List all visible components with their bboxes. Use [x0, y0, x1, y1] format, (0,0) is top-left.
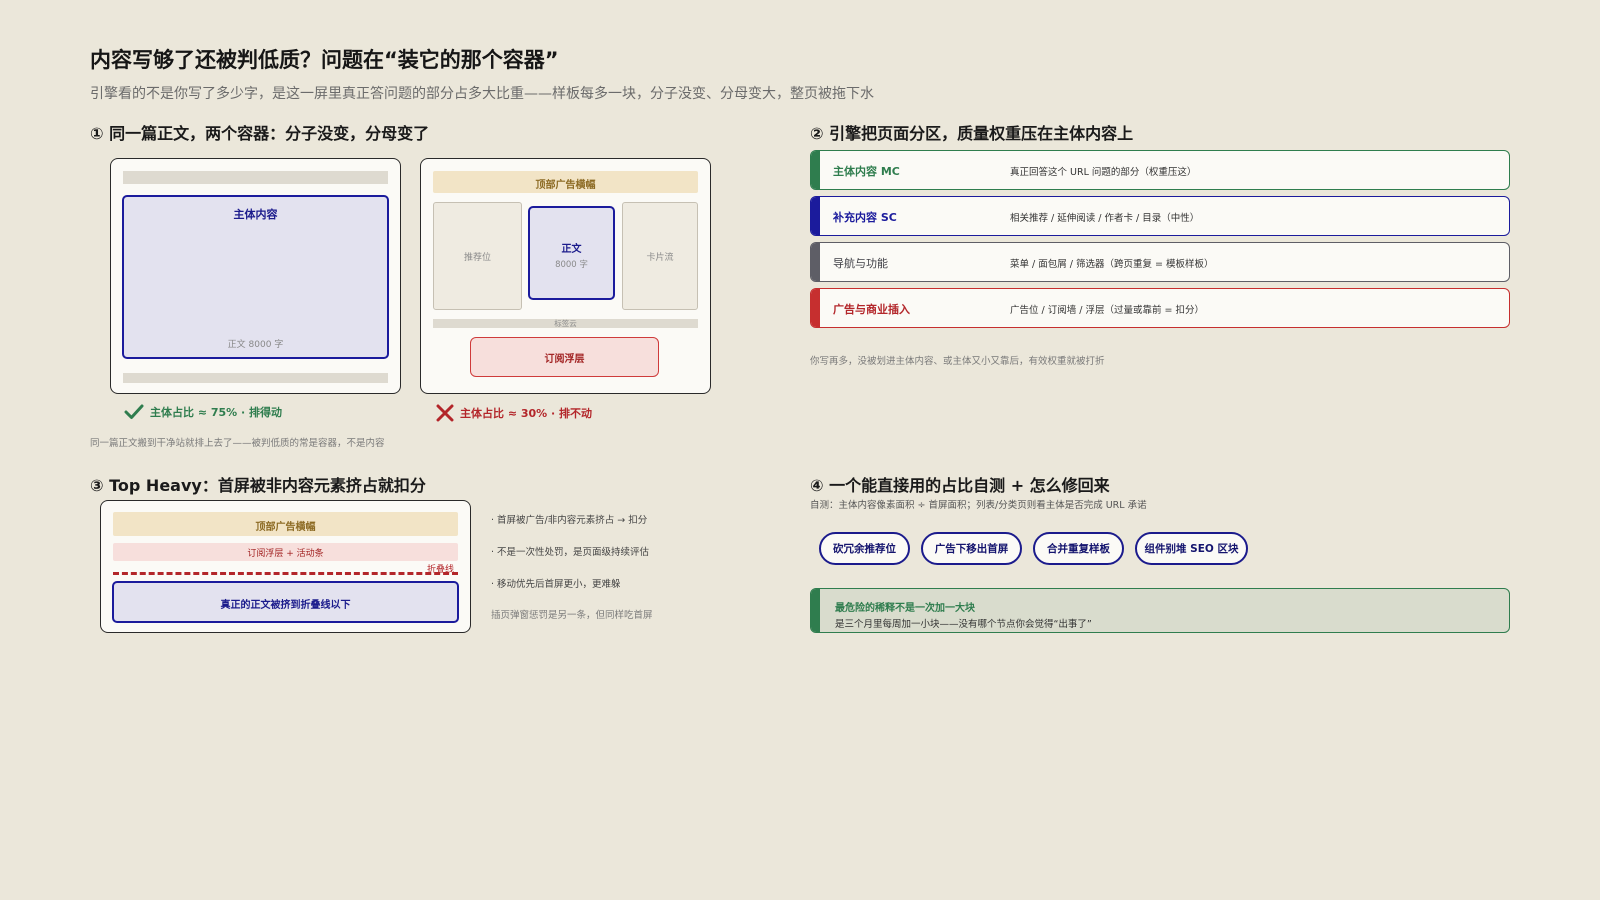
- section3-note: 插页弹窗惩罚是另一条，但同样吃首屏: [491, 610, 653, 621]
- zone-desc: 菜单 / 面包屑 / 筛选器（跨页重复 = 模板样板）: [1010, 259, 1214, 270]
- zone-main-content: 主体内容 MC 真正回答这个 URL 问题的部分（权重压这）: [810, 150, 1510, 190]
- subscription-activity-label: 订阅浮层 + 活动条: [247, 549, 324, 559]
- zone-accent: [811, 289, 820, 327]
- zone-name: 广告与商业插入: [833, 303, 910, 316]
- top-heavy-panel: 顶部广告横幅 订阅浮层 + 活动条 折叠线 真正的正文被挤到折叠线以下: [100, 500, 471, 633]
- pushed-down-content: 真正的正文被挤到折叠线以下: [112, 581, 459, 623]
- zone-ads: 广告与商业插入 广告位 / 订阅墙 / 浮层（过量或靠前 = 扣分）: [810, 288, 1510, 328]
- bullet-item: · 不是一次性处罚，是页面级持续评估: [491, 547, 650, 558]
- ad-banner-label: 顶部广告横幅: [255, 522, 316, 533]
- tag-cloud-label: 标签云: [554, 319, 577, 328]
- top-ad-banner: 顶部广告横幅: [433, 171, 698, 193]
- clean-verdict: 主体占比 ≈ 75% · 排得动: [124, 404, 282, 420]
- zone-desc: 相关推荐 / 延伸阅读 / 作者卡 / 目录（中性）: [1010, 213, 1200, 224]
- warning-callout: 最危险的稀释不是一次加一大块 是三个月里每周加一小块——没有哪个节点你会觉得“出…: [810, 588, 1510, 633]
- header-placeholder-bar: [123, 171, 388, 184]
- center-word-count: 8000 字: [555, 260, 588, 270]
- bullet-item: · 首屏被广告/非内容元素挤占 → 扣分: [491, 515, 648, 526]
- cross-icon: [436, 404, 454, 422]
- zone-navigation: 导航与功能 菜单 / 面包屑 / 筛选器（跨页重复 = 模板样板）: [810, 242, 1510, 282]
- subscription-activity-bar: 订阅浮层 + 活动条: [113, 543, 458, 561]
- section3-heading: ③ Top Heavy：首屏被非内容元素挤占就扣分: [90, 476, 426, 495]
- subscription-overlay: 订阅浮层: [470, 337, 659, 377]
- section2-note: 你写再多，没被划进主体内容、或主体又小又靠后，有效权重就被打折: [810, 356, 1105, 367]
- callout-body: 是三个月里每周加一小块——没有哪个节点你会觉得“出事了”: [835, 619, 1092, 630]
- main-content-label: 主体内容: [233, 208, 278, 221]
- zone-accent: [811, 243, 820, 281]
- zone-name: 主体内容 MC: [833, 165, 900, 178]
- bullet-item: · 移动优先后首屏更小，更难躲: [491, 579, 621, 590]
- recommend-column: 推荐位: [433, 202, 522, 310]
- clean-container-panel: 主体内容 正文 8000 字: [110, 158, 401, 394]
- action-pill[interactable]: 砍冗余推荐位: [819, 532, 910, 565]
- zone-name: 补充内容 SC: [833, 211, 897, 224]
- fold-line: [113, 572, 458, 575]
- footer-placeholder-bar: [123, 373, 388, 383]
- zone-desc: 真正回答这个 URL 问题的部分（权重压这）: [1010, 167, 1197, 178]
- cluttered-verdict-text: 主体占比 ≈ 30% · 排不动: [460, 407, 593, 420]
- callout-title: 最危险的稀释不是一次加一大块: [835, 603, 975, 614]
- zone-name: 导航与功能: [833, 257, 888, 270]
- tag-cloud-bar: 标签云: [433, 319, 698, 328]
- zone-supplementary: 补充内容 SC 相关推荐 / 延伸阅读 / 作者卡 / 目录（中性）: [810, 196, 1510, 236]
- section1-note: 同一篇正文搬到干净站就排上去了——被判低质的常是容器，不是内容: [90, 438, 385, 449]
- check-icon: [124, 404, 144, 419]
- word-count-label: 正文 8000 字: [227, 340, 284, 350]
- section1-heading: ① 同一篇正文，两个容器：分子没变，分母变了: [90, 124, 430, 143]
- zone-accent: [811, 197, 820, 235]
- card-feed-label: 卡片流: [646, 253, 674, 263]
- zone-accent: [811, 151, 820, 189]
- cluttered-container-panel: 顶部广告横幅 推荐位 正文 8000 字 卡片流 标签云 订阅浮层: [420, 158, 711, 394]
- zone-desc: 广告位 / 订阅墙 / 浮层（过量或靠前 = 扣分）: [1010, 305, 1204, 316]
- self-test-formula: 自测：主体内容像素面积 ÷ 首屏面积；列表/分类页则看主体是否完成 URL 承诺: [810, 500, 1147, 511]
- cluttered-verdict: 主体占比 ≈ 30% · 排不动: [436, 404, 592, 422]
- page-title: 内容写够了还被判低质？问题在“装它的那个容器”: [90, 48, 559, 72]
- subscription-overlay-label: 订阅浮层: [544, 354, 585, 365]
- pushed-down-content-label: 真正的正文被挤到折叠线以下: [220, 600, 351, 611]
- page-subtitle: 引擎看的不是你写了多少字，是这一屏里真正答问题的部分占多大比重——样板每多一块，…: [90, 86, 874, 102]
- ad-banner-label: 顶部广告横幅: [535, 180, 596, 191]
- clean-verdict-text: 主体占比 ≈ 75% · 排得动: [150, 406, 283, 419]
- top-ad-banner: 顶部广告横幅: [113, 512, 458, 536]
- main-content-block: 主体内容 正文 8000 字: [122, 195, 389, 359]
- card-feed-column: 卡片流: [622, 202, 698, 310]
- center-content-label: 正文: [561, 244, 582, 255]
- section4-heading: ④ 一个能直接用的占比自测 + 怎么修回来: [810, 476, 1110, 495]
- action-pill[interactable]: 广告下移出首屏: [921, 532, 1022, 565]
- recommend-label: 推荐位: [463, 253, 491, 263]
- center-content-block: 正文 8000 字: [528, 206, 615, 300]
- action-pill[interactable]: 合并重复样板: [1033, 532, 1124, 565]
- callout-accent: [811, 589, 820, 632]
- action-pill[interactable]: 组件别堆 SEO 区块: [1135, 532, 1248, 565]
- section2-heading: ② 引擎把页面分区，质量权重压在主体内容上: [810, 124, 1134, 143]
